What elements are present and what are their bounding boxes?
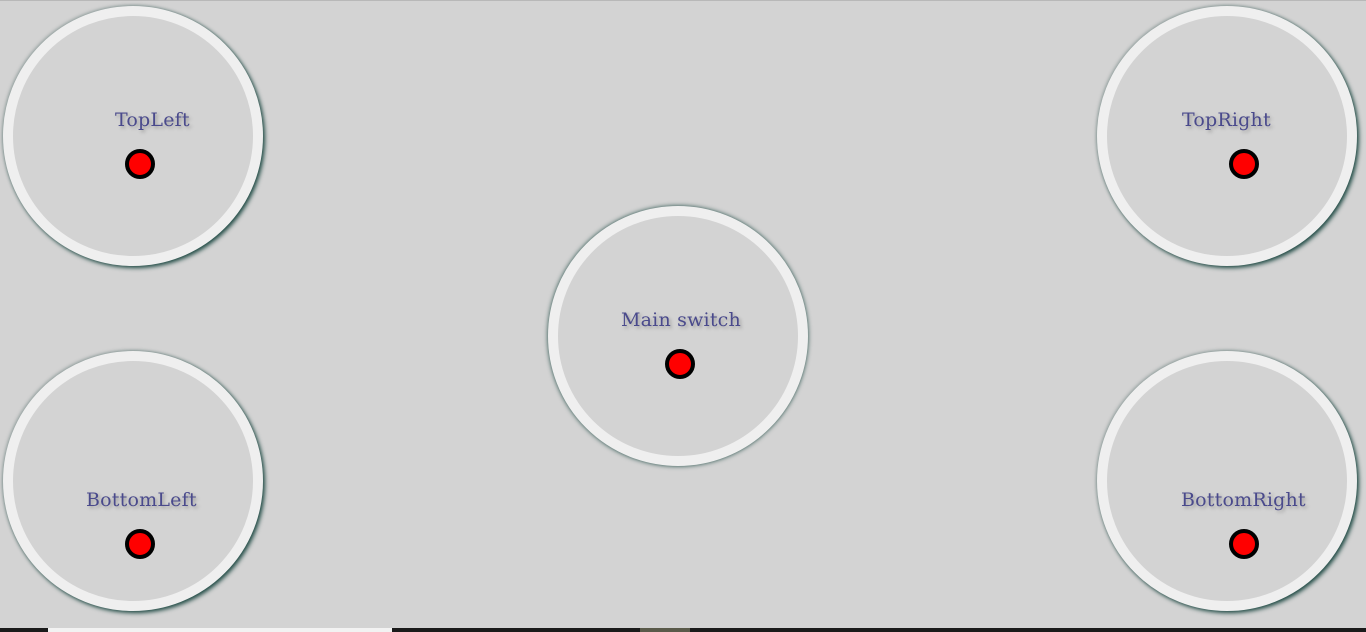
switch-label-top-left: TopLeft	[115, 109, 190, 131]
switch-label-bottom-left: BottomLeft	[86, 489, 197, 511]
switch-panel: TopLeft TopRight Main switch BottomLeft …	[0, 0, 1366, 632]
switch-dial-bottom-right: BottomRight	[1097, 351, 1357, 611]
switch-dial-top-left: TopLeft	[3, 6, 263, 266]
switch-dial-main: Main switch	[548, 206, 808, 466]
switch-label-main: Main switch	[621, 309, 741, 331]
switch-button-bottom-left[interactable]	[125, 529, 155, 559]
switch-button-top-right[interactable]	[1229, 149, 1259, 179]
switch-label-bottom-right: BottomRight	[1181, 489, 1306, 511]
switch-button-bottom-right[interactable]	[1229, 529, 1259, 559]
switch-dial-top-right: TopRight	[1097, 6, 1357, 266]
taskbar-segment	[48, 628, 392, 632]
taskbar-strip	[0, 628, 1366, 632]
taskbar-segment	[640, 628, 690, 632]
switch-dial-bottom-left: BottomLeft	[3, 351, 263, 611]
switch-button-main[interactable]	[665, 349, 695, 379]
switch-button-top-left[interactable]	[125, 149, 155, 179]
switch-label-top-right: TopRight	[1182, 109, 1271, 131]
